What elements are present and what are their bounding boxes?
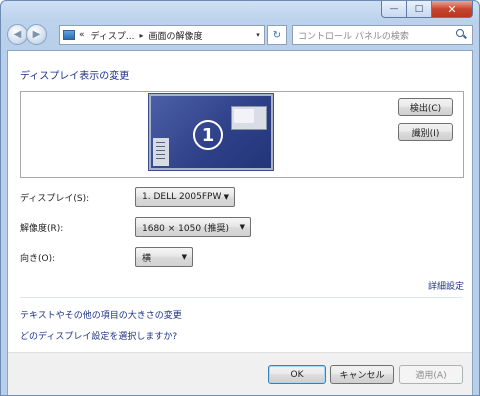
control-panel-icon [63,30,75,40]
minimize-icon: — [389,4,399,14]
search-input[interactable]: コントロール パネルの検索 [298,29,453,42]
breadcrumb-overflow[interactable]: « [79,30,85,40]
search-icon[interactable] [453,27,469,43]
minimize-button[interactable]: — [381,1,406,18]
display-row: ディスプレイ(S): 1. DELL 2005FPW ▼ [20,187,235,207]
ok-button[interactable]: OK [268,365,326,384]
caption-buttons: — □ ✕ [381,1,473,18]
display-value: 1. DELL 2005FPW [142,192,222,202]
text-size-link[interactable]: テキストやその他の項目の大きさの変更 [20,308,182,321]
breadcrumb-display[interactable]: ディスプ... [91,29,135,42]
orientation-row: 向き(O): 横 ▼ [20,247,193,267]
detect-button[interactable]: 検出(C) [398,98,453,116]
back-button[interactable]: ◀ [7,24,28,45]
breadcrumb-screen-resolution[interactable]: 画面の解像度 [148,29,202,42]
chevron-down-icon: ▼ [223,193,229,201]
refresh-button[interactable]: ↻ [267,25,287,45]
screen-resolution-window: — □ ✕ ◀ ▶ « ディスプ... ▸ 画面の解像度 ▾ ↻ コントロール … [0,0,480,396]
navigation-bar: ◀ ▶ « ディスプ... ▸ 画面の解像度 ▾ ↻ コントロール パネルの検索 [7,23,473,47]
chevron-down-icon: ▼ [181,253,187,261]
monitor-sidebar-graphic [153,138,169,166]
resolution-row: 解像度(R): 1680 × 1050 (推奨) ▼ [20,217,251,237]
address-dropdown-icon[interactable]: ▾ [252,31,264,39]
close-icon: ✕ [447,2,457,16]
page-title: ディスプレイ表示の変更 [20,71,130,82]
cancel-button[interactable]: キャンセル [330,365,394,384]
refresh-icon: ↻ [272,29,282,41]
monitor-number: 1 [193,120,223,150]
divider [20,297,462,298]
display-label: ディスプレイ(S): [20,193,90,204]
monitor-1-tile[interactable]: 1 [149,94,273,170]
resolution-label: 解像度(R): [20,223,64,234]
monitor-window-graphic [231,106,267,130]
breadcrumb-separator-icon[interactable]: ▸ [139,31,143,40]
advanced-settings-link[interactable]: 詳細設定 [428,279,464,292]
chevron-down-icon: ▼ [239,223,245,231]
address-bar[interactable]: « ディスプ... ▸ 画面の解像度 ▾ [59,25,265,45]
orientation-value: 横 [142,253,152,264]
content-pane: ディスプレイ表示の変更 1 検出(C) 識別(I) ディスプレイ(S): 1. … [7,50,473,395]
apply-button[interactable]: 適用(A) [399,365,463,384]
display-preview-area: 1 検出(C) 識別(I) [20,91,464,178]
forward-arrow-icon: ▶ [32,29,41,40]
maximize-button[interactable]: □ [406,1,431,18]
orientation-label: 向き(O): [20,253,56,264]
close-button[interactable]: ✕ [431,1,473,18]
display-select[interactable]: 1. DELL 2005FPW ▼ [135,187,235,207]
which-settings-link[interactable]: どのディスプレイ設定を選択しますか? [20,329,177,342]
resolution-select[interactable]: 1680 × 1050 (推奨) ▼ [135,217,251,237]
maximize-icon: □ [414,4,424,14]
forward-button[interactable]: ▶ [26,24,47,45]
search-box[interactable]: コントロール パネルの検索 [292,25,473,45]
dialog-footer: OK キャンセル 適用(A) [8,352,472,395]
resolution-value: 1680 × 1050 (推奨) [142,223,229,234]
orientation-select[interactable]: 横 ▼ [135,247,193,267]
identify-button[interactable]: 識別(I) [398,123,453,141]
back-arrow-icon: ◀ [13,29,22,40]
